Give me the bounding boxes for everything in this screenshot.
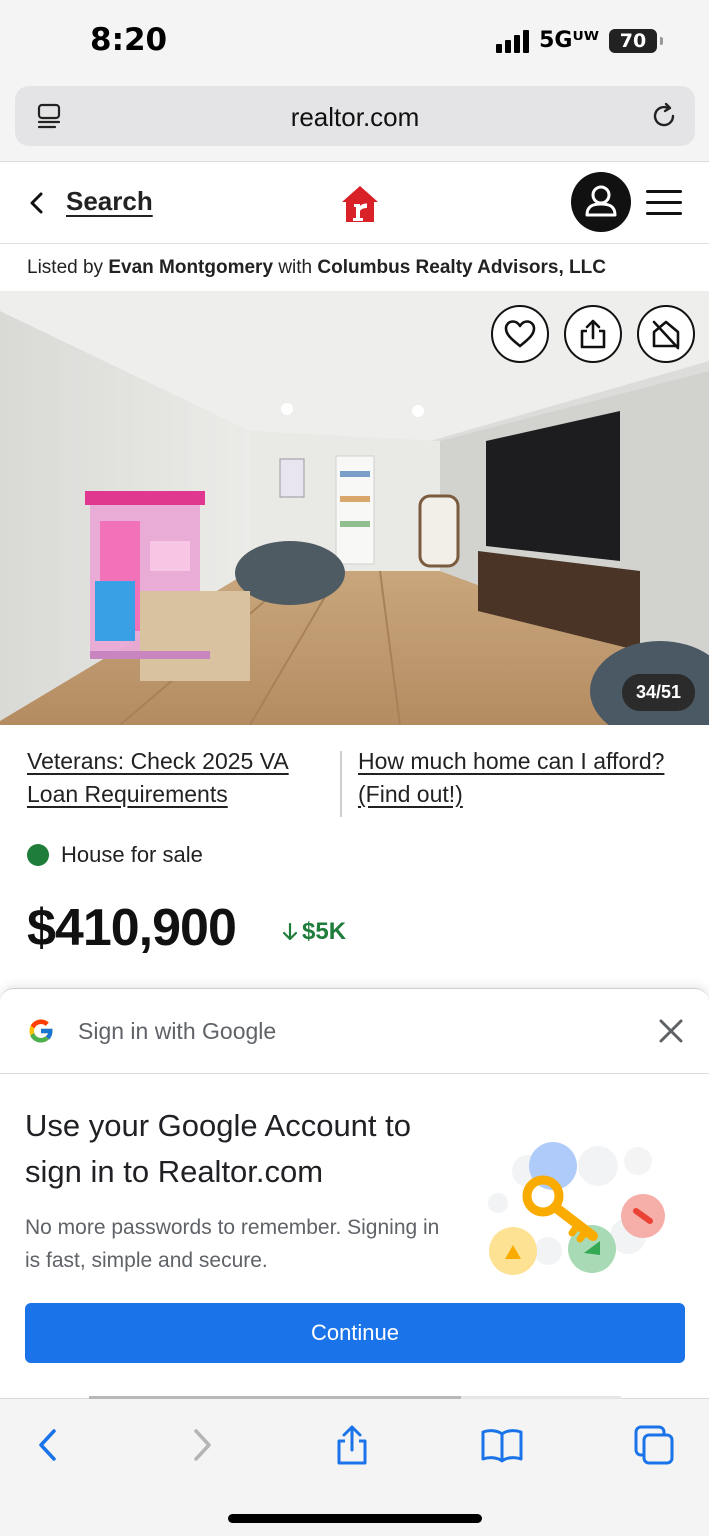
status-bar: 8:20 5Gᵁᵂ 70 xyxy=(0,0,709,84)
book-icon xyxy=(481,1429,523,1463)
brokerage-name: Columbus Realty Advisors, LLC xyxy=(317,257,606,278)
google-signin-sheet: Sign in with Google Use your Google Acco… xyxy=(0,988,709,1400)
url-text: realtor.com xyxy=(290,102,420,132)
share-icon xyxy=(580,319,606,349)
listing-photo[interactable]: 34/51 xyxy=(0,291,709,725)
promo-links: Veterans: Check 2025 VA Loan Requirement… xyxy=(0,745,709,825)
close-icon[interactable] xyxy=(657,1017,685,1045)
listing-price: $410,900 xyxy=(27,899,237,957)
hamburger-menu-icon[interactable] xyxy=(646,190,682,216)
chevron-left-icon xyxy=(39,1429,56,1461)
photo-counter: 34/51 xyxy=(621,674,695,711)
tabs-icon xyxy=(634,1425,674,1465)
page-load-progress-fill xyxy=(89,1396,462,1399)
page-load-progress xyxy=(89,1396,621,1399)
google-signin-header: Sign in with Google xyxy=(0,989,709,1074)
price-drop-amount: $5K xyxy=(302,918,347,945)
status-indicators: 5Gᵁᵂ 70 xyxy=(496,28,663,53)
reload-icon[interactable] xyxy=(649,101,679,131)
link-divider xyxy=(340,751,342,817)
status-label: House for sale xyxy=(61,842,203,867)
back-to-search-link[interactable]: Search xyxy=(66,186,153,217)
google-logo-icon xyxy=(29,1019,54,1043)
tabs-button[interactable] xyxy=(632,1423,676,1467)
browser-back-button[interactable] xyxy=(26,1423,70,1467)
bookmarks-button[interactable] xyxy=(480,1423,524,1467)
key-illustration-icon xyxy=(488,1142,665,1275)
share-listing-button[interactable] xyxy=(564,305,622,363)
arrow-down-icon xyxy=(282,922,298,941)
chevron-right-icon xyxy=(194,1429,211,1461)
battery-icon: 70 xyxy=(609,28,663,53)
google-signin-title: Use your Google Account to sign in to Re… xyxy=(25,1108,412,1189)
google-signin-description: No more passwords to remember. Signing i… xyxy=(25,1216,440,1272)
va-loan-link[interactable]: Veterans: Check 2025 VA Loan Requirement… xyxy=(27,745,327,811)
hide-listing-icon xyxy=(652,320,680,350)
share-icon xyxy=(337,1425,367,1465)
user-icon xyxy=(585,185,617,217)
heart-icon xyxy=(504,320,536,348)
browser-share-button[interactable] xyxy=(330,1423,374,1467)
listing-attribution: Listed by Evan Montgomery with Columbus … xyxy=(0,244,709,291)
affordability-link[interactable]: How much home can I afford? (Find out!) xyxy=(358,745,678,811)
continue-button[interactable]: Continue xyxy=(25,1303,685,1363)
listing-status: House for sale xyxy=(27,842,203,868)
price-drop: $5K xyxy=(282,918,346,946)
cellular-signal-icon xyxy=(496,29,530,53)
address-bar[interactable]: realtor.com xyxy=(15,86,695,146)
status-time: 8:20 xyxy=(90,22,168,58)
save-favorite-button[interactable] xyxy=(491,305,549,363)
realtor-logo-icon[interactable] xyxy=(340,184,380,224)
home-indicator xyxy=(228,1514,482,1523)
listed-by-prefix: Listed by xyxy=(27,257,104,278)
status-dot-icon xyxy=(27,844,49,866)
chevron-left-icon[interactable] xyxy=(26,190,48,216)
account-button[interactable] xyxy=(571,172,631,232)
google-signin-header-title: Sign in with Google xyxy=(78,1018,277,1044)
network-type: 5Gᵁᵂ xyxy=(539,28,599,53)
agent-name: Evan Montgomery xyxy=(108,257,274,278)
with-word: with xyxy=(278,257,313,278)
browser-forward-button[interactable] xyxy=(180,1423,224,1467)
site-header: Search xyxy=(0,162,709,244)
browser-address-area: realtor.com xyxy=(0,84,709,162)
hide-listing-button[interactable] xyxy=(637,305,695,363)
